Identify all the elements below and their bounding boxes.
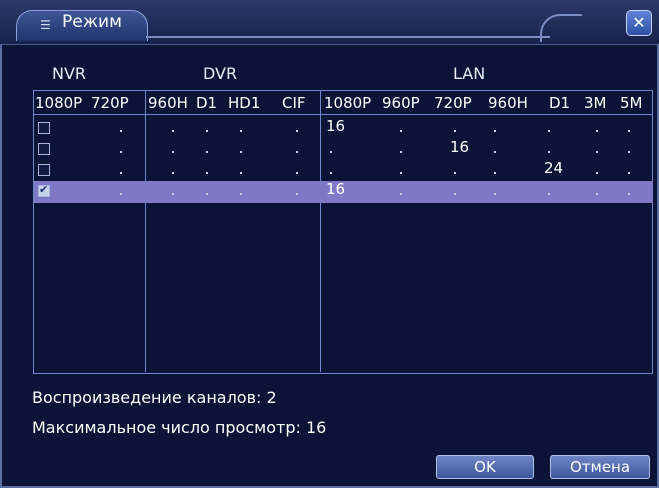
empty-cell-dot bbox=[628, 151, 630, 153]
empty-cell-dot bbox=[296, 151, 298, 153]
cancel-button[interactable]: Отмена bbox=[550, 455, 650, 479]
column-header: 720P bbox=[434, 94, 472, 112]
group-label-lan: LAN bbox=[453, 64, 486, 83]
column-header: CIF bbox=[282, 94, 306, 112]
empty-cell-dot bbox=[494, 172, 496, 174]
empty-cell-dot bbox=[596, 151, 598, 153]
table-cell: 16 bbox=[326, 180, 346, 198]
empty-cell-dot bbox=[240, 130, 242, 132]
empty-cell-dot bbox=[596, 193, 598, 195]
column-header: 960H bbox=[148, 94, 188, 112]
row-checkbox[interactable] bbox=[38, 122, 50, 134]
empty-cell-dot bbox=[400, 172, 402, 174]
empty-cell-dot bbox=[296, 172, 298, 174]
row-checkbox[interactable] bbox=[38, 183, 50, 197]
empty-cell-dot bbox=[296, 193, 298, 195]
dialog-title: Режим bbox=[62, 12, 122, 32]
max-view-label: Максимальное число просмотр: 16 bbox=[32, 418, 327, 437]
mode-dialog: ☰ Режим ✕ NVR DVR LAN 1080P 720P 960H D1… bbox=[0, 0, 659, 488]
empty-cell-dot bbox=[330, 172, 332, 174]
empty-cell-dot bbox=[296, 130, 298, 132]
empty-cell-dot bbox=[120, 193, 122, 195]
column-header: HD1 bbox=[228, 94, 261, 112]
separator-nvr-dvr bbox=[145, 90, 146, 372]
title-curve bbox=[540, 14, 582, 42]
row-checkbox[interactable] bbox=[38, 164, 50, 176]
empty-cell-dot bbox=[120, 172, 122, 174]
empty-cell-dot bbox=[172, 151, 174, 153]
group-label-nvr: NVR bbox=[52, 64, 87, 83]
title-underline bbox=[146, 36, 550, 38]
empty-cell-dot bbox=[172, 130, 174, 132]
empty-cell-dot bbox=[240, 151, 242, 153]
empty-cell-dot bbox=[240, 193, 242, 195]
column-header: 1080P bbox=[35, 94, 83, 112]
empty-cell-dot bbox=[454, 130, 456, 132]
empty-cell-dot bbox=[400, 193, 402, 195]
empty-cell-dot bbox=[206, 193, 208, 195]
row-checkbox[interactable] bbox=[38, 143, 50, 155]
empty-cell-dot bbox=[330, 151, 332, 153]
column-header: 1080P bbox=[324, 94, 372, 112]
column-header: 5M bbox=[620, 94, 643, 112]
table-cell: 24 bbox=[544, 159, 564, 177]
empty-cell-dot bbox=[494, 151, 496, 153]
empty-cell-dot bbox=[454, 172, 456, 174]
empty-cell-dot bbox=[596, 130, 598, 132]
column-header: D1 bbox=[549, 94, 571, 112]
empty-cell-dot bbox=[494, 130, 496, 132]
empty-cell-dot bbox=[400, 151, 402, 153]
empty-cell-dot bbox=[206, 151, 208, 153]
empty-cell-dot bbox=[628, 193, 630, 195]
empty-cell-dot bbox=[120, 151, 122, 153]
column-header: 720P bbox=[91, 94, 129, 112]
empty-cell-dot bbox=[206, 130, 208, 132]
empty-cell-dot bbox=[206, 172, 208, 174]
column-header: 3M bbox=[584, 94, 607, 112]
column-header: 960P bbox=[382, 94, 420, 112]
empty-cell-dot bbox=[454, 193, 456, 195]
ok-button[interactable]: OK bbox=[436, 455, 534, 479]
group-label-dvr: DVR bbox=[203, 64, 238, 83]
column-header: 960H bbox=[488, 94, 528, 112]
menu-lines-icon: ☰ bbox=[40, 18, 51, 32]
empty-cell-dot bbox=[548, 151, 550, 153]
empty-cell-dot bbox=[172, 172, 174, 174]
empty-cell-dot bbox=[172, 193, 174, 195]
close-button[interactable]: ✕ bbox=[626, 10, 652, 36]
empty-cell-dot bbox=[120, 130, 122, 132]
playback-channels-label: Воспроизведение каналов: 2 bbox=[32, 388, 277, 407]
empty-cell-dot bbox=[628, 172, 630, 174]
empty-cell-dot bbox=[596, 172, 598, 174]
empty-cell-dot bbox=[400, 130, 402, 132]
table-cell: 16 bbox=[326, 117, 346, 135]
empty-cell-dot bbox=[548, 193, 550, 195]
close-icon: ✕ bbox=[632, 13, 646, 32]
table-cell: 16 bbox=[450, 138, 470, 156]
empty-cell-dot bbox=[240, 172, 242, 174]
empty-cell-dot bbox=[494, 193, 496, 195]
title-bar: ☰ Режим ✕ bbox=[0, 0, 659, 45]
empty-cell-dot bbox=[548, 130, 550, 132]
column-header: D1 bbox=[196, 94, 218, 112]
separator-dvr-lan bbox=[320, 90, 321, 372]
empty-cell-dot bbox=[628, 130, 630, 132]
